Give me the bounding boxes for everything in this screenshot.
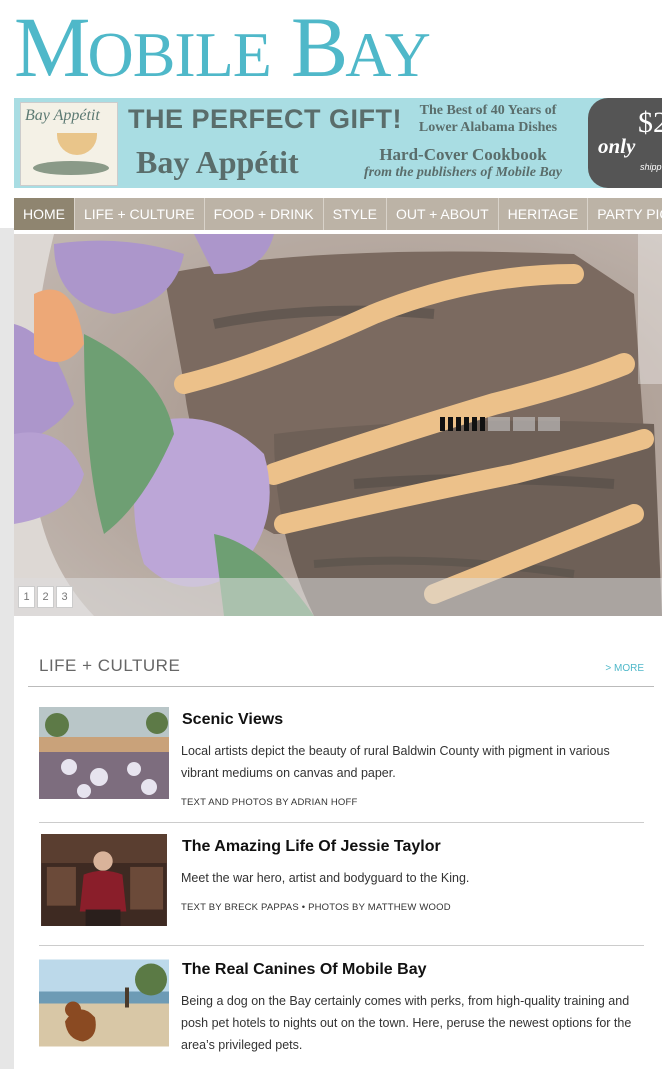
section-header: LIFE + CULTURE > MORE — [28, 648, 654, 687]
ad-headline: THE PERFECT GIFT! — [128, 104, 402, 134]
divider — [39, 945, 644, 946]
featured-slider[interactable]: 1 2 3 — [14, 234, 662, 616]
nav-item-out-about[interactable]: OUT + ABOUT — [387, 198, 499, 230]
ad-price-shipping: shipp — [640, 162, 662, 172]
divider — [39, 822, 644, 823]
ad-price-badge[interactable]: $2 only shipp — [588, 98, 662, 188]
grilled-fish-photo — [14, 234, 662, 616]
banner-ad[interactable]: Bay Appétit THE PERFECT GIFT! Bay Appéti… — [14, 98, 662, 188]
slider-pager: 1 2 3 — [18, 586, 73, 608]
slider-page-1[interactable]: 1 — [18, 586, 35, 608]
ad-tagline: The Best of 40 Years of Lower Alabama Di… — [398, 102, 578, 136]
ad-description-line: from the publishers of Mobile Bay — [364, 165, 562, 180]
slider-page-3[interactable]: 3 — [56, 586, 73, 608]
logo-letter: B — [290, 0, 348, 95]
site-logo[interactable]: MOBILE BAY — [14, 0, 431, 95]
plate-shape — [33, 161, 109, 175]
section-title: LIFE + CULTURE — [39, 656, 181, 675]
ad-product-name: Bay Appétit — [136, 144, 299, 180]
slider-caption-bar — [14, 578, 662, 616]
left-gutter — [0, 228, 14, 1069]
article-title[interactable]: The Amazing Life Of Jessie Taylor — [182, 838, 441, 856]
slider-loading-indicator — [440, 417, 560, 431]
article-thumbnail-portrait[interactable] — [39, 834, 169, 926]
article-thumbnail-dog[interactable] — [39, 957, 169, 1049]
cookbook-cover-image: Bay Appétit — [20, 102, 118, 186]
article-title[interactable]: Scenic Views — [182, 711, 283, 729]
article-description: Meet the war hero, artist and bodyguard … — [181, 871, 470, 885]
ad-tagline-line: The Best of 40 Years of — [419, 103, 557, 118]
nav-item-style[interactable]: STYLE — [324, 198, 387, 230]
more-link[interactable]: > MORE — [605, 663, 644, 674]
nav-item-party-pics[interactable]: PARTY PICS — [588, 198, 662, 230]
cookbook-cover-title: Bay Appétit — [25, 107, 100, 124]
article-thumbnail-painting[interactable] — [39, 707, 169, 799]
article-item: The Real Canines Of Mobile Bay Being a d… — [39, 957, 644, 1057]
article-byline: TEXT BY BRECK PAPPAS • PHOTOS BY MATTHEW… — [181, 902, 451, 913]
logo-letters: OBILE — [87, 19, 271, 90]
logo-letters: AY — [345, 19, 431, 90]
ad-description: Hard-Cover Cookbook from the publishers … — [352, 146, 574, 182]
article-description: Local artists depict the beauty of rural… — [181, 744, 610, 780]
nav-item-food-drink[interactable]: FOOD + DRINK — [205, 198, 324, 230]
article-description: Being a dog on the Bay certainly comes w… — [181, 994, 632, 1052]
nav-item-life-culture[interactable]: LIFE + CULTURE — [75, 198, 205, 230]
ad-tagline-line: Lower Alabama Dishes — [418, 120, 558, 135]
dessert-bowl-shape — [57, 133, 97, 155]
slider-page-2[interactable]: 2 — [37, 586, 54, 608]
article-byline: TEXT AND PHOTOS BY ADRIAN HOFF — [181, 797, 358, 808]
ad-price-amount: $2 — [638, 106, 662, 139]
nav-item-home[interactable]: HOME — [14, 198, 75, 230]
article-item: Scenic Views Local artists depict the be… — [39, 707, 644, 817]
logo-letter: M — [14, 0, 90, 95]
main-nav: HOME LIFE + CULTURE FOOD + DRINK STYLE O… — [14, 198, 662, 230]
article-item: The Amazing Life Of Jessie Taylor Meet t… — [39, 834, 644, 934]
nav-item-heritage[interactable]: HERITAGE — [499, 198, 589, 230]
ad-description-line: Hard-Cover Cookbook — [379, 145, 547, 164]
article-title[interactable]: The Real Canines Of Mobile Bay — [182, 961, 427, 979]
ad-price-only: only — [598, 134, 636, 158]
